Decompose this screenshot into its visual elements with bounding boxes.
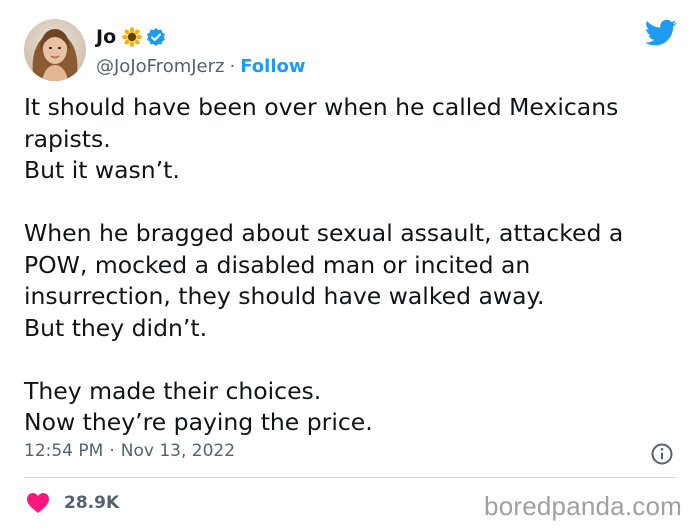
author-display-name[interactable]: Jo — [96, 26, 116, 48]
tweet-paragraph: They made their choices. Now they’re pay… — [24, 376, 684, 439]
tweet-text: It should have been over when he called … — [24, 92, 684, 439]
avatar[interactable] — [24, 19, 86, 81]
tweet-line: insurrection, they should have walked aw… — [24, 282, 545, 310]
author-handle[interactable]: @JoJoFromJerz — [96, 56, 224, 77]
heart-icon[interactable] — [26, 492, 50, 514]
tweet-line: But it wasn’t. — [24, 156, 180, 184]
twitter-bird-icon[interactable] — [644, 18, 677, 48]
tweet-timestamp[interactable]: 12:54 PM · Nov 13, 2022 — [24, 441, 235, 461]
sunflower-icon — [122, 26, 143, 47]
tweet-line: It should have been over when he called … — [24, 93, 619, 121]
info-icon[interactable] — [650, 442, 674, 466]
tweet-line: When he bragged about sexual assault, at… — [24, 219, 624, 247]
tweet-card: Jo @JoJoFromJerz · Follow It should have… — [0, 0, 700, 532]
verified-badge-icon — [146, 27, 166, 47]
tweet-paragraph: When he bragged about sexual assault, at… — [24, 218, 684, 344]
watermark: boredpanda.com — [484, 491, 682, 521]
tweet-line: rapists. — [24, 124, 111, 153]
divider — [24, 477, 676, 478]
handle-row: @JoJoFromJerz · Follow — [96, 56, 306, 77]
tweet-header: Jo @JoJoFromJerz · Follow — [24, 18, 306, 82]
like-count[interactable]: 28.9K — [64, 493, 119, 513]
tweet-time: 12:54 PM — [24, 441, 104, 461]
tweet-line: They made their choices. — [24, 376, 322, 405]
tweet-line: Now they’re paying the price. — [24, 408, 373, 436]
separator-dot: · — [109, 441, 115, 461]
follow-button[interactable]: Follow — [240, 56, 305, 77]
separator-dot: · — [229, 55, 236, 77]
name-row: Jo — [96, 24, 306, 50]
engagement-bar: 28.9K — [26, 492, 119, 514]
tweet-date: Nov 13, 2022 — [120, 441, 236, 461]
tweet-paragraph: It should have been over when he called … — [24, 92, 684, 187]
tweet-line: POW, mocked a disabled man or incited an — [24, 250, 531, 279]
tweet-line: But they didn’t. — [24, 313, 208, 342]
author-info: Jo @JoJoFromJerz · Follow — [96, 24, 306, 77]
